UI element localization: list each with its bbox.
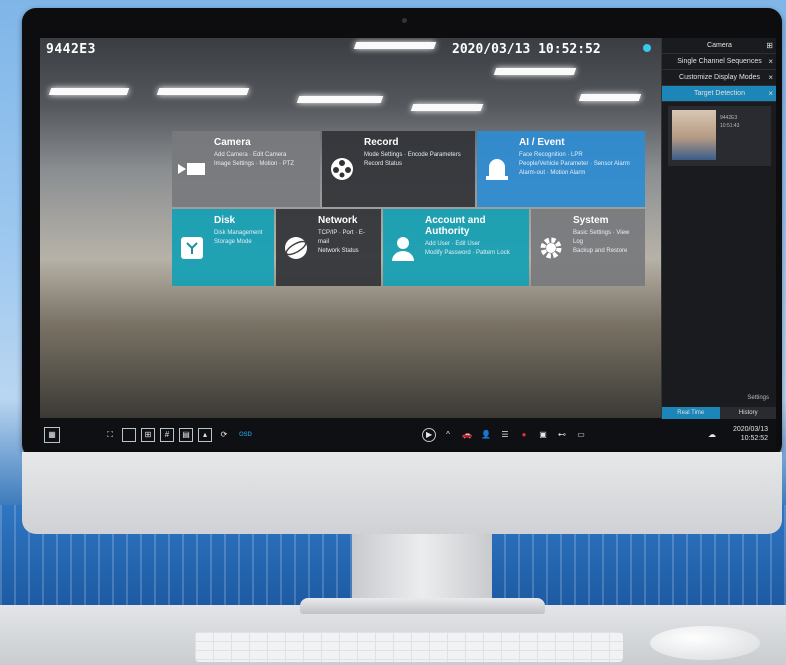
vehicle-icon[interactable]: 🚗 — [460, 428, 474, 442]
osd-button[interactable]: OSD — [239, 432, 252, 438]
sequence-icon[interactable]: ▴ — [198, 427, 212, 442]
ceiling-light — [410, 104, 484, 111]
menu-title-network: Network — [318, 215, 358, 226]
event-list-icon[interactable]: ☰ — [498, 428, 512, 442]
keyboard — [195, 632, 623, 662]
panel-row-label: Single Channel Sequences — [677, 58, 762, 65]
face-snapshot — [672, 110, 716, 160]
record-status-dot — [643, 44, 651, 52]
menu-tile-record[interactable]: Record Mode Settings · Encode Parameters… — [322, 131, 475, 207]
status-time: 10:52:52 — [740, 435, 768, 442]
menu-tile-disk[interactable]: Disk Disk Management Storage Mode — [172, 209, 274, 286]
cloud-upload-icon[interactable]: ☁ — [705, 427, 719, 441]
menu-tile-camera[interactable]: Camera Add Camera · Edit Camera Image Se… — [172, 131, 320, 207]
pin-icon[interactable]: ⊞ — [766, 38, 773, 53]
film-reel-icon — [328, 155, 356, 183]
play-icon[interactable]: ▶ — [422, 427, 437, 442]
panel-row-customize-display-modes[interactable]: Customize Display Modes × — [662, 70, 776, 86]
ceiling-light — [156, 88, 250, 95]
menu-title-camera: Camera — [214, 137, 251, 148]
refresh-icon[interactable]: ⟳ — [217, 428, 231, 442]
menu-sub-record-1: Mode Settings · Encode Parameters — [364, 152, 461, 158]
menu-sub-ai-event-1: Face Recognition · LPR — [519, 152, 583, 158]
panel-row-camera[interactable]: Camera ⊞ — [662, 38, 776, 54]
ceiling-light — [296, 96, 384, 103]
monitor-chin — [22, 452, 782, 534]
menu-sub-account-1: Add User · Edit User — [425, 241, 481, 247]
menu-sub-network-1: TCP/IP · Port · E-mail — [318, 230, 365, 245]
close-icon[interactable]: × — [768, 86, 773, 101]
alarm-icon[interactable]: ● — [517, 428, 531, 442]
menu-sub-account-2: Modify Password · Pattern Lock — [425, 250, 510, 256]
display-icon[interactable]: ▭ — [574, 428, 588, 442]
menu-title-account: Account and Authority — [425, 215, 486, 237]
face-card-time: 10:51:43 — [720, 123, 740, 129]
bottom-toolbar: ▦ ⛶ ⊞ # ▤ ▴ ⟳ OSD ▶ ^ 🚗 👤 ☰ ● ▣ ⊷ ▭ ☁ 20… — [40, 419, 776, 450]
status-date: 2020/03/13 — [732, 426, 768, 433]
start-menu-icon[interactable]: ▦ — [44, 426, 60, 443]
panel-tabs: Real Time History — [662, 407, 776, 419]
mouse — [650, 626, 760, 660]
menu-sub-system-2: Backup and Restore — [573, 248, 628, 254]
tab-real-time[interactable]: Real Time — [662, 407, 720, 419]
layout-4-icon[interactable]: ⊞ — [141, 427, 155, 442]
disk-icon — [178, 234, 206, 262]
menu-title-record: Record — [364, 137, 399, 148]
close-icon[interactable]: × — [768, 54, 773, 69]
menu-sub-network-2: Network Status — [318, 248, 359, 254]
menu-sub-system-1: Basic Settings · View Log — [573, 230, 630, 245]
network-icon[interactable]: ⊷ — [555, 428, 569, 442]
status-clock: 2020/03/13 10:52:52 — [733, 425, 768, 443]
menu-sub-disk-1: Disk Management — [214, 230, 263, 236]
nvr-screen: 9442E3 2020/03/13 10:52:52 Camera Add Ca… — [40, 38, 776, 450]
panel-row-target-detection[interactable]: Target Detection × — [662, 86, 776, 102]
alarm-bell-icon — [483, 155, 511, 183]
face-detection-card[interactable]: 9442E3 10:51:43 — [668, 106, 771, 166]
panel-settings-link[interactable]: Settings — [747, 395, 769, 401]
live-video-feed[interactable]: 9442E3 2020/03/13 10:52:52 Camera Add Ca… — [40, 38, 661, 418]
close-icon[interactable]: × — [768, 70, 773, 85]
menu-sub-camera-2: Image Settings · Motion · PTZ — [214, 161, 295, 167]
webcam-dot — [402, 18, 407, 23]
menu-tile-account[interactable]: Account and Authority Add User · Edit Us… — [383, 209, 529, 286]
face-card-channel: 9442E3 — [720, 115, 738, 121]
ceiling-light — [493, 68, 577, 75]
menu-sub-record-2: Record Status — [364, 161, 403, 167]
user-icon — [389, 234, 417, 262]
gear-icon — [537, 234, 565, 262]
layout-custom-icon[interactable]: ▤ — [179, 427, 193, 442]
ceiling-light — [353, 42, 437, 49]
menu-sub-camera-1: Add Camera · Edit Camera — [214, 152, 287, 158]
tab-history[interactable]: History — [719, 407, 776, 419]
panel-row-label: Camera — [707, 42, 732, 49]
menu-title-disk: Disk — [214, 215, 236, 226]
monitor-stand-neck — [352, 534, 492, 604]
menu-sub-ai-event-2: People/Vehicle Parameter · Sensor Alarm — [519, 161, 630, 167]
monitor-stand-foot — [300, 598, 545, 614]
chevron-up-icon[interactable]: ^ — [441, 428, 455, 442]
menu-sub-ai-event-3: Alarm-out · Motion Alarm — [519, 170, 586, 176]
globe-icon — [282, 234, 310, 262]
panel-row-single-channel-sequences[interactable]: Single Channel Sequences × — [662, 54, 776, 70]
panel-row-label: Customize Display Modes — [679, 74, 760, 81]
person-icon[interactable]: 👤 — [479, 428, 493, 442]
ceiling-light — [578, 94, 642, 101]
fullscreen-icon[interactable]: ⛶ — [103, 428, 117, 442]
menu-tile-ai-event[interactable]: AI / Event Face Recognition · LPR People… — [477, 131, 645, 207]
menu-tile-system[interactable]: System Basic Settings · View Log Backup … — [531, 209, 645, 286]
channel-name-osd: 9442E3 — [46, 42, 96, 57]
datetime-osd: 2020/03/13 10:52:52 — [452, 42, 601, 57]
disk-status-icon[interactable]: ▣ — [536, 428, 550, 442]
menu-tile-network[interactable]: Network TCP/IP · Port · E-mail Network S… — [276, 209, 381, 286]
panel-row-label: Target Detection — [694, 90, 745, 97]
menu-title-ai-event: AI / Event — [519, 137, 565, 148]
right-panel: Camera ⊞ Single Channel Sequences × Cust… — [661, 38, 776, 450]
menu-sub-disk-2: Storage Mode — [214, 239, 252, 245]
menu-title-system: System — [573, 215, 609, 226]
ceiling-light — [48, 88, 130, 95]
layout-9-icon[interactable]: # — [160, 427, 174, 442]
camera-icon — [178, 155, 206, 183]
layout-1-icon[interactable] — [122, 427, 136, 442]
